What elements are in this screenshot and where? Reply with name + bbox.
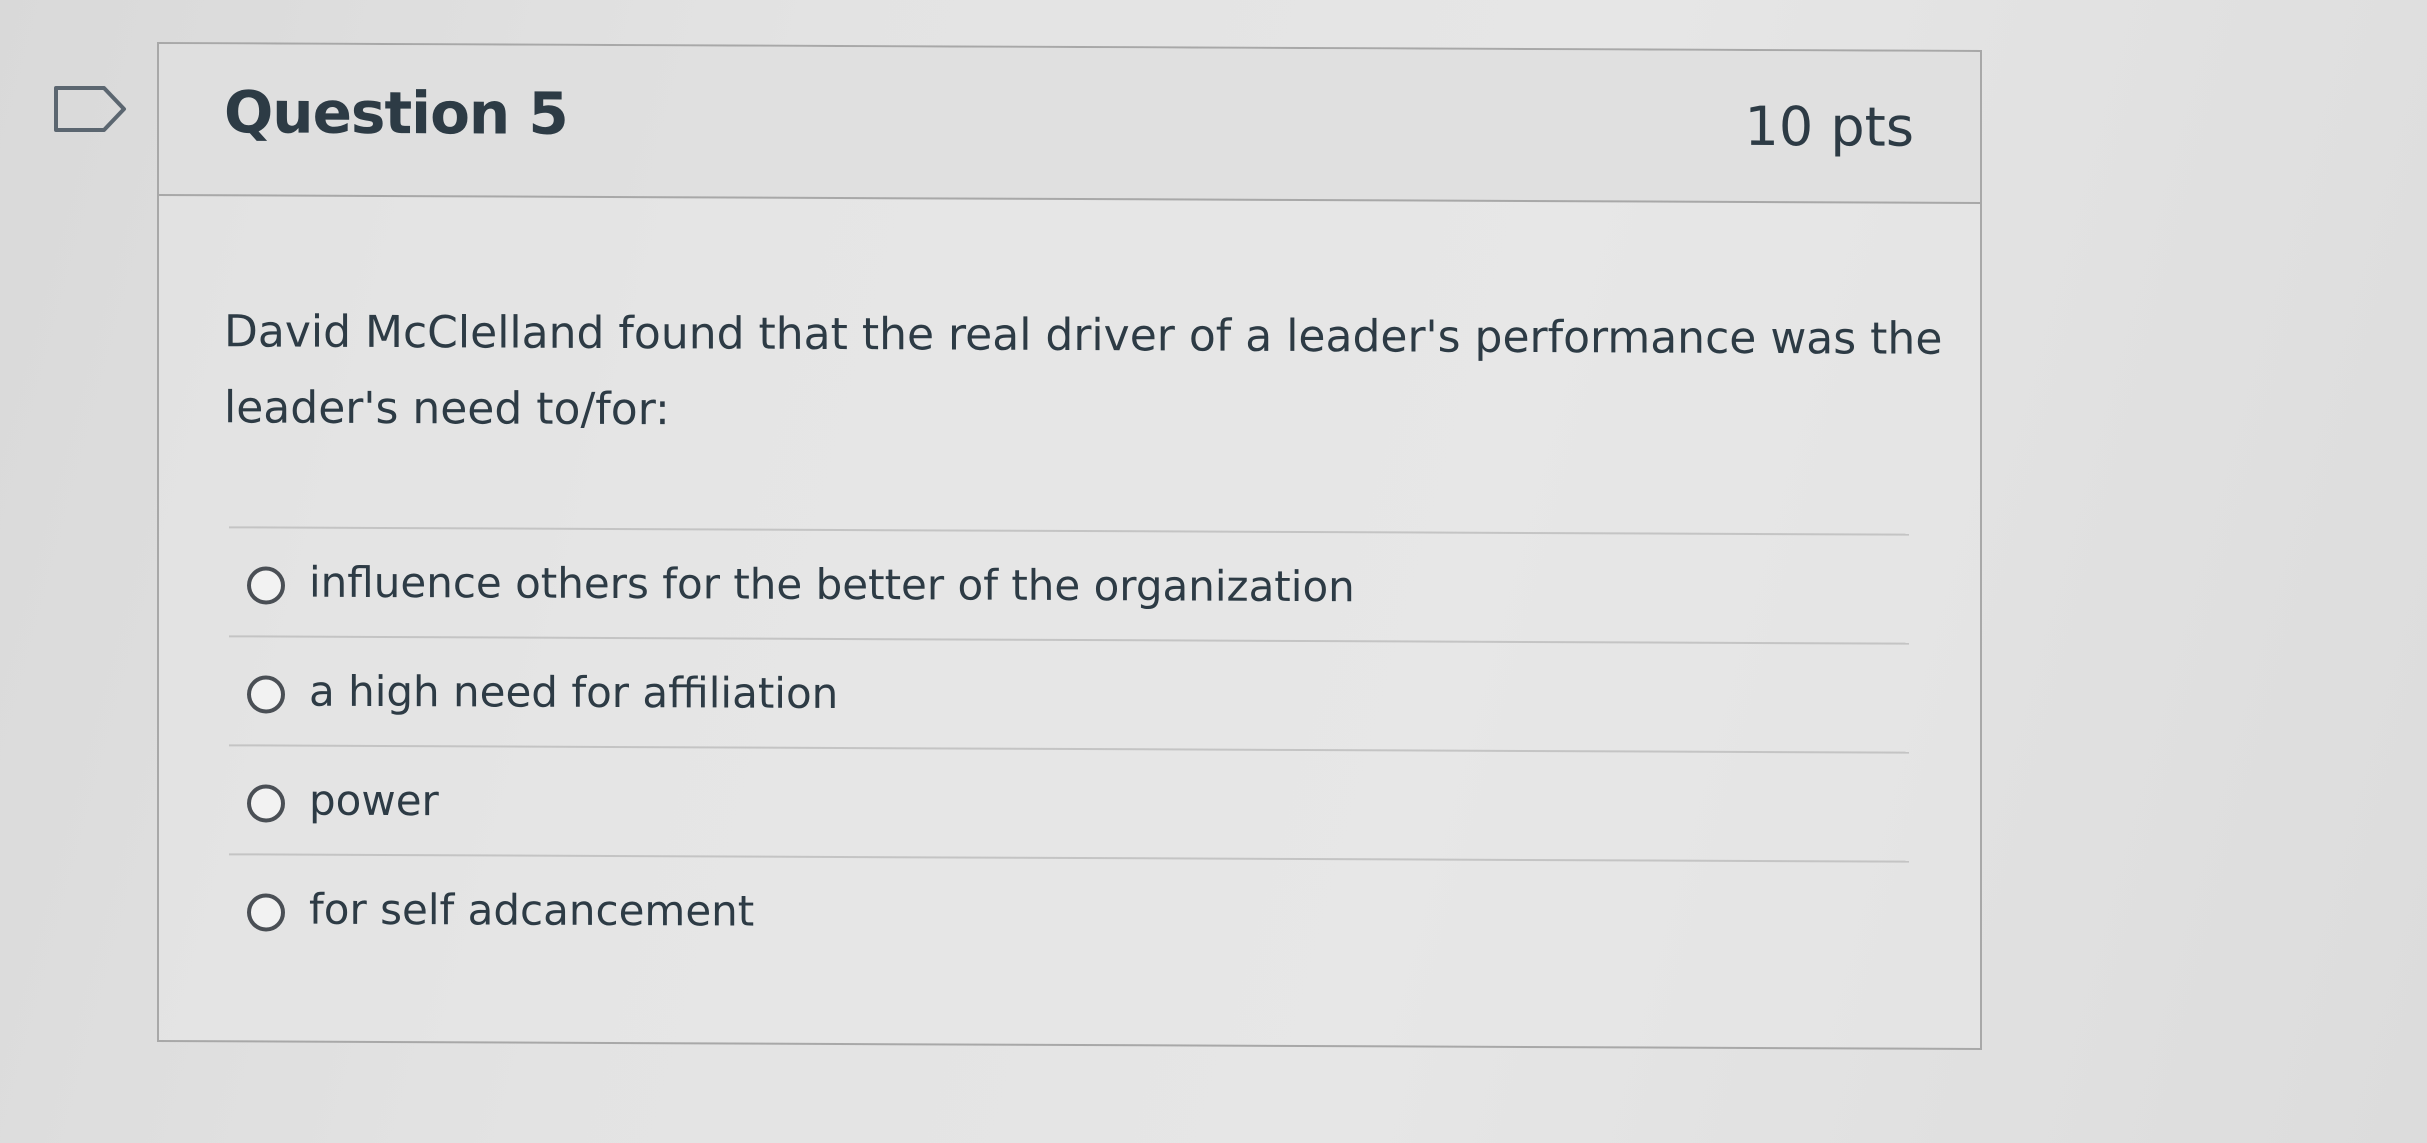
- answer-option[interactable]: for self adcancement: [229, 853, 1909, 970]
- answer-list: influence others for the better of the o…: [229, 526, 1909, 970]
- radio-button-icon[interactable]: [247, 784, 285, 823]
- answer-label[interactable]: a high need for affiliation: [309, 664, 838, 722]
- question-header: Question 5 10 pts: [159, 44, 1980, 204]
- radio-button-icon[interactable]: [247, 893, 285, 932]
- radio-button-icon[interactable]: [247, 675, 285, 714]
- question-points: 10 pts: [1744, 94, 1914, 159]
- answer-option[interactable]: power: [229, 744, 1909, 861]
- answer-option[interactable]: a high need for affiliation: [229, 635, 1909, 752]
- answer-label[interactable]: power: [309, 773, 439, 830]
- answer-label[interactable]: for self adcancement: [309, 882, 754, 940]
- answer-option[interactable]: influence others for the better of the o…: [229, 526, 1909, 643]
- answer-label[interactable]: influence others for the better of the o…: [309, 555, 1355, 616]
- question-text: David McClelland found that the real dri…: [224, 306, 1943, 436]
- question-title: Question 5: [224, 78, 568, 148]
- question-card: Question 5 10 pts David McClelland found…: [157, 42, 1982, 1050]
- radio-button-icon[interactable]: [247, 566, 285, 605]
- flag-bookmark-icon[interactable]: [52, 84, 132, 134]
